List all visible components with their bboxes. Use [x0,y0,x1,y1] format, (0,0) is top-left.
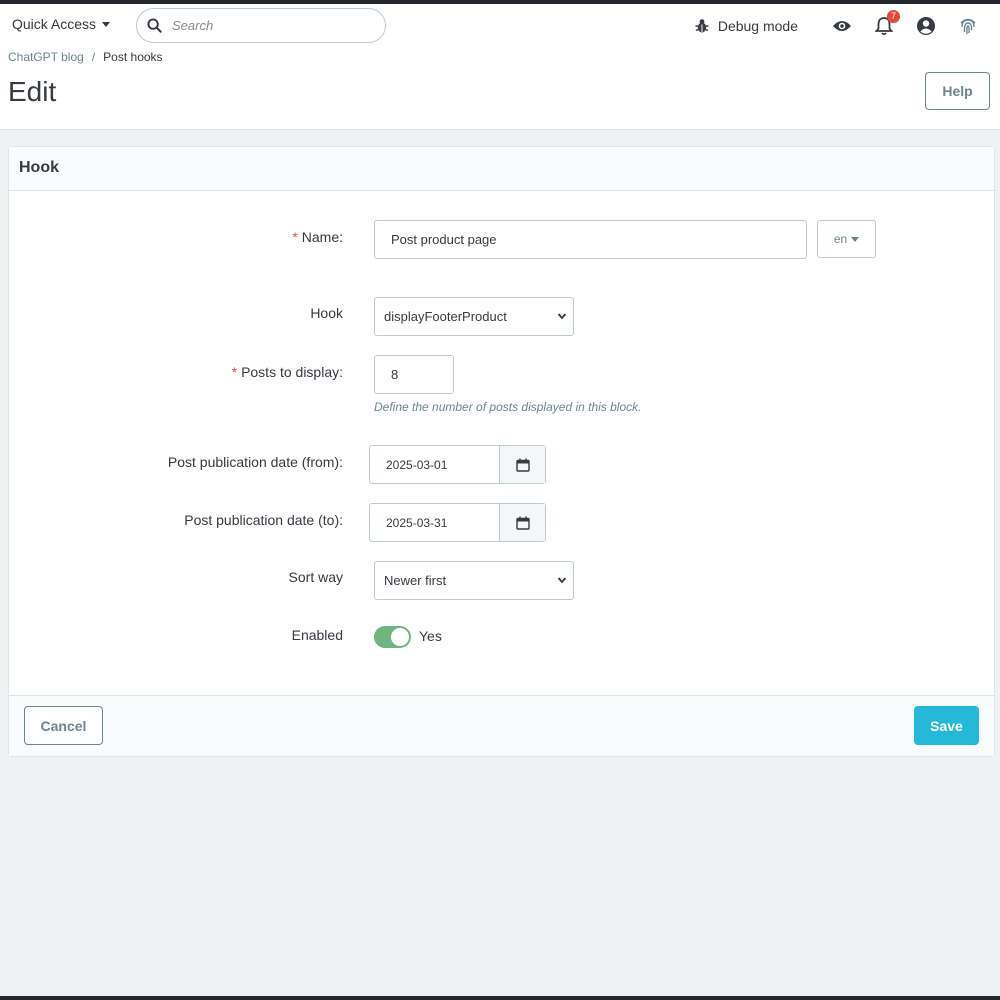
page-title: Edit [8,76,57,107]
panel-title: Hook [9,147,994,191]
search-input[interactable] [172,18,352,33]
name-label: * Name: [292,229,343,245]
help-button[interactable]: Help [925,72,990,110]
search-box[interactable] [136,8,386,43]
hook-label: Hook [310,305,343,321]
chevron-down-icon [557,577,567,584]
cancel-button[interactable]: Cancel [24,706,103,745]
hook-form-panel: Hook * Name: Post product page en Hook di… [8,146,995,757]
enabled-toggle[interactable] [374,626,411,648]
posts-label: * Posts to display: [231,364,343,380]
bug-icon [695,19,709,33]
quick-access-label: Quick Access [12,16,97,32]
fingerprint-icon [960,18,976,35]
breadcrumb-parent[interactable]: ChatGPT blog [8,50,84,64]
date-from-picker[interactable]: 2025-03-01 [369,445,546,484]
date-to-picker[interactable]: 2025-03-31 [369,503,546,542]
hook-select[interactable]: displayFooterProduct [374,297,574,336]
bottom-strip [0,996,1000,1000]
calendar-icon [515,516,530,530]
required-marker: * [292,229,298,245]
save-button[interactable]: Save [914,706,979,745]
security-button[interactable] [954,12,982,40]
breadcrumb-current: Post hooks [103,50,163,64]
sort-select[interactable]: Newer first [374,561,574,600]
debug-mode-indicator[interactable]: Debug mode [694,18,798,34]
date-from-input[interactable]: 2025-03-01 [370,446,500,483]
search-icon [147,18,162,33]
date-to-input[interactable]: 2025-03-31 [370,504,500,541]
date-from-calendar-button[interactable] [500,446,545,483]
header-right: Debug mode 7 [694,10,982,40]
toggle-knob [391,628,409,646]
notifications-button[interactable]: 7 [870,10,900,40]
top-header: Quick Access Debug mode [0,4,1000,130]
eye-icon [833,21,851,31]
required-marker: * [231,364,238,380]
name-input[interactable]: Post product page [374,220,807,259]
sort-select-value: Newer first [384,573,447,588]
caret-down-icon [102,21,111,27]
date-to-calendar-button[interactable] [500,504,545,541]
calendar-icon [515,458,530,472]
sort-label: Sort way [288,569,343,585]
posts-hint: Define the number of posts displayed in … [374,400,642,414]
user-icon [917,17,935,35]
breadcrumb-separator: / [91,50,96,64]
breadcrumb: ChatGPT blog / Post hooks [8,50,163,64]
account-button[interactable] [912,12,940,40]
language-dropdown[interactable]: en [817,220,876,258]
enabled-value: Yes [419,628,442,644]
caret-down-icon [851,236,860,242]
language-label: en [833,232,848,246]
quick-access-dropdown[interactable]: Quick Access [12,16,111,32]
enabled-label: Enabled [291,627,343,643]
panel-footer: Cancel Save [9,695,994,756]
hook-select-value: displayFooterProduct [384,309,507,324]
debug-mode-label: Debug mode [717,18,798,34]
chevron-down-icon [557,313,567,320]
notifications-badge: 7 [887,10,900,23]
date-from-label: Post publication date (from): [167,454,343,470]
date-to-label: Post publication date (to): [184,512,343,528]
posts-input[interactable]: 8 [374,355,454,394]
preview-button[interactable] [828,12,856,40]
